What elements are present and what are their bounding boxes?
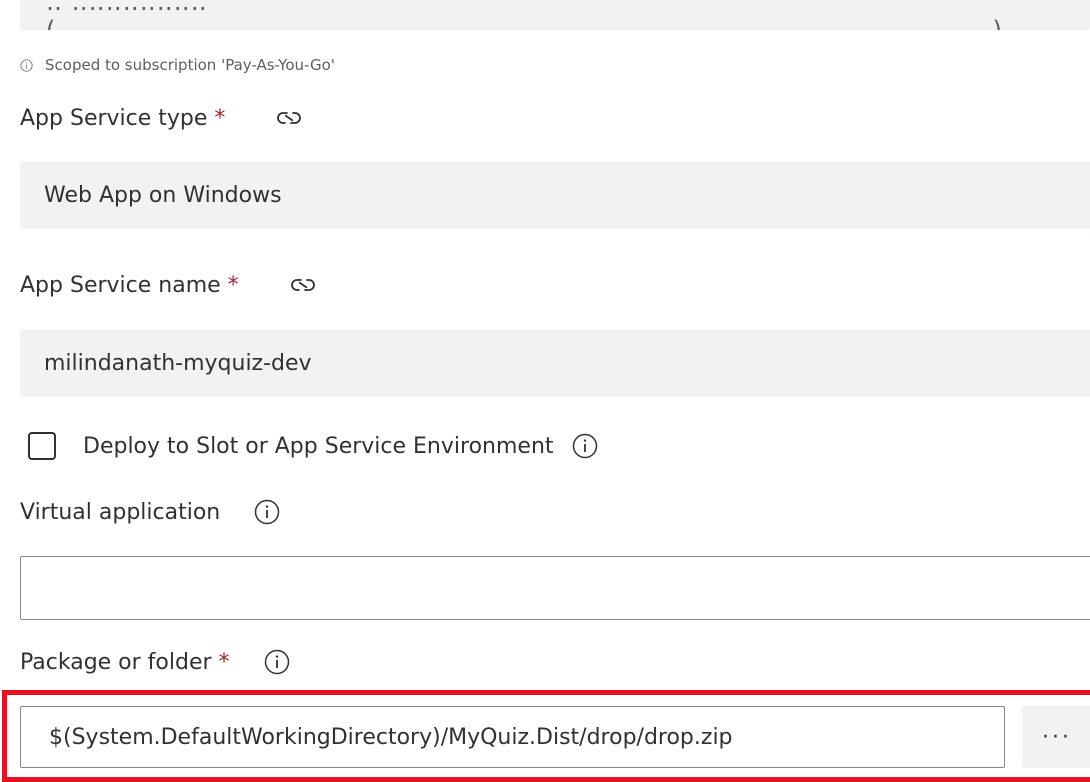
package-or-folder-label-text: Package or folder (20, 649, 212, 675)
info-icon[interactable] (572, 433, 598, 459)
app-service-name-label: App Service name * (20, 267, 317, 303)
link-icon[interactable] (275, 107, 303, 129)
link-icon[interactable] (289, 274, 317, 296)
app-service-name-select[interactable]: milindanath-myquiz-dev (20, 330, 1090, 397)
app-service-name-label-text: App Service name (20, 272, 221, 298)
browse-button-label: ··· (1042, 724, 1072, 750)
deploy-slot-label: Deploy to Slot or App Service Environmen… (83, 433, 554, 459)
required-marker: * (227, 272, 239, 298)
app-service-type-label-text: App Service type (20, 105, 208, 131)
virtual-application-input[interactable] (20, 556, 1090, 620)
package-or-folder-label: Package or folder * (20, 644, 290, 680)
subscription-scope-note: Scoped to subscription 'Pay-As-You-Go' (20, 54, 335, 76)
browse-button[interactable]: ··· (1022, 706, 1090, 768)
package-or-folder-value: $(System.DefaultWorkingDirectory)/MyQuiz… (49, 724, 733, 750)
deploy-slot-checkbox-row[interactable]: Deploy to Slot or App Service Environmen… (28, 426, 598, 466)
app-service-type-label: App Service type * (20, 100, 303, 136)
app-service-name-value: milindanath-myquiz-dev (44, 351, 312, 376)
subscription-scope-text: Scoped to subscription 'Pay-As-You-Go' (45, 56, 335, 74)
virtual-application-label: Virtual application (20, 494, 280, 530)
virtual-application-label-text: Virtual application (20, 499, 221, 525)
required-marker: * (218, 649, 230, 675)
subscription-select[interactable]: ‥ ‥‥‥‥‥‥‥‥ (‥‥‥‥‥‥‥‥‥‥‥‥‥‥‥‥‥‥‥‥‥‥‥‥‥‥‥‥… (20, 0, 1090, 30)
subscription-select-clipped-text: ‥ ‥‥‥‥‥‥‥‥ (‥‥‥‥‥‥‥‥‥‥‥‥‥‥‥‥‥‥‥‥‥‥‥‥‥‥‥‥… (46, 0, 1003, 30)
required-marker: * (214, 105, 226, 131)
task-settings-form: ‥ ‥‥‥‥‥‥‥‥ (‥‥‥‥‥‥‥‥‥‥‥‥‥‥‥‥‥‥‥‥‥‥‥‥‥‥‥‥… (0, 0, 1090, 782)
app-service-type-value: Web App on Windows (44, 183, 282, 208)
app-service-type-select[interactable]: Web App on Windows (20, 162, 1090, 229)
info-icon (20, 58, 33, 72)
deploy-slot-checkbox[interactable] (28, 432, 56, 460)
info-icon[interactable] (264, 649, 290, 675)
info-icon[interactable] (254, 499, 280, 525)
package-or-folder-input[interactable]: $(System.DefaultWorkingDirectory)/MyQuiz… (20, 706, 1005, 768)
